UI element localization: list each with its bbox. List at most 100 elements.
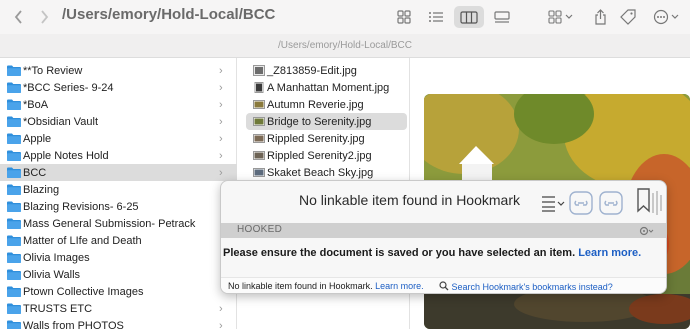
search-link-text: Search Hookmark's bookmarks instead? xyxy=(451,282,613,292)
image-file-icon xyxy=(253,65,265,76)
chevron-left-icon[interactable] xyxy=(10,0,26,34)
file-label: _Z813859-Edit.jpg xyxy=(267,64,357,77)
folder-icon xyxy=(7,150,21,161)
folder-icon xyxy=(7,320,21,329)
footer-learn-more-link[interactable]: Learn more. xyxy=(375,281,424,291)
file-row[interactable]: Autumn Reverie.jpg xyxy=(246,96,407,113)
folder-row[interactable]: *BCC Series- 9-24 › xyxy=(0,79,237,96)
file-label: Rippled Serenity2.jpg xyxy=(267,149,372,162)
folder-icon xyxy=(7,184,21,195)
list-view-icon[interactable] xyxy=(422,6,450,28)
file-row[interactable]: Rippled Serenity2.jpg xyxy=(246,147,407,164)
folder-icon xyxy=(7,82,21,93)
file-row[interactable]: Rippled Serenity.jpg xyxy=(246,130,407,147)
folder-row[interactable]: Mass General Submission- Petrack xyxy=(0,215,237,232)
share-icon[interactable] xyxy=(586,6,614,28)
image-file-icon xyxy=(253,117,265,126)
chevron-right-icon: › xyxy=(219,166,223,179)
chevron-right-icon: › xyxy=(219,302,223,315)
column-view-icon[interactable] xyxy=(454,6,484,28)
more-icon[interactable] xyxy=(650,6,684,28)
file-row[interactable]: A Manhattan Moment.jpg xyxy=(246,79,407,96)
hookmark-popup: No linkable item found in Hookmark HOOKE… xyxy=(220,180,667,294)
file-label: A Manhattan Moment.jpg xyxy=(267,81,390,94)
folder-row[interactable]: Apple › xyxy=(0,130,237,147)
chevron-right-icon: › xyxy=(219,98,223,111)
folder-label: Olivia Images xyxy=(23,251,90,264)
folder-label: **To Review xyxy=(23,64,83,77)
folder-icon xyxy=(7,116,21,127)
folder-row[interactable]: Apple Notes Hold › xyxy=(0,147,237,164)
folder-icon xyxy=(7,269,21,280)
copy-markdown-link-icon[interactable] xyxy=(599,191,623,215)
footer-text: No linkable item found in Hookmark. xyxy=(228,281,373,291)
image-file-icon xyxy=(253,168,265,177)
folder-label: Blazing Revisions- 6-25 xyxy=(23,200,139,213)
gallery-view-icon[interactable] xyxy=(488,6,516,28)
bookmark-icon[interactable] xyxy=(635,187,663,217)
folder-icon xyxy=(7,201,21,212)
folder-row[interactable]: Blazing Revisions- 6-25 xyxy=(0,198,237,215)
hookmark-title: No linkable item found in Hookmark xyxy=(299,192,520,208)
chevron-right-icon: › xyxy=(219,64,223,77)
folder-icon xyxy=(7,167,21,178)
image-file-icon xyxy=(253,151,265,160)
folder-label: Mass General Submission- Petrack xyxy=(23,217,196,230)
icon-view-icon[interactable] xyxy=(390,6,418,28)
hooked-section-bar: HOOKED xyxy=(221,223,666,238)
chevron-right-icon: › xyxy=(219,319,223,329)
folder-label: Apple xyxy=(23,132,52,145)
learn-more-link[interactable]: Learn more. xyxy=(578,247,641,259)
folder-row[interactable]: *BoA › xyxy=(0,96,237,113)
file-label: Skaket Beach Sky.jpg xyxy=(267,166,374,179)
toolbar: /Users/emory/Hold-Local/BCC xyxy=(0,0,690,34)
list-menu-icon[interactable] xyxy=(541,193,567,213)
folder-row[interactable]: *Obsidian Vault › xyxy=(0,113,237,130)
gear-icon[interactable] xyxy=(639,224,655,242)
folder-label: Olivia Walls xyxy=(23,268,81,281)
file-row[interactable]: Skaket Beach Sky.jpg xyxy=(246,164,407,181)
folder-row[interactable]: TRUSTS ETC › xyxy=(0,300,237,317)
chevron-right-icon: › xyxy=(219,115,223,128)
group-icon[interactable] xyxy=(544,6,578,28)
image-file-icon xyxy=(253,100,265,109)
folder-row[interactable]: Blazing xyxy=(0,181,237,198)
finder-window: /Users/emory/Hold-Local/BCC /Users/emory… xyxy=(0,0,690,329)
chevron-right-icon: › xyxy=(219,132,223,145)
search-bookmarks-link[interactable]: Search Hookmark's bookmarks instead? xyxy=(439,281,613,292)
folder-icon xyxy=(7,286,21,297)
folder-icon xyxy=(7,133,21,144)
folder-label: Ptown Collective Images xyxy=(23,285,144,298)
folder-row[interactable]: Matter of LIfe and Death xyxy=(0,232,237,249)
image-file-icon xyxy=(253,134,265,143)
hooked-label: HOOKED xyxy=(237,224,283,235)
folder-row[interactable]: Ptown Collective Images xyxy=(0,283,237,300)
folder-row-selected[interactable]: BCC › xyxy=(0,164,237,181)
search-icon xyxy=(439,281,449,291)
path-bar: /Users/emory/Hold-Local/BCC xyxy=(0,34,690,58)
folder-label: Apple Notes Hold xyxy=(23,149,109,162)
window-title: /Users/emory/Hold-Local/BCC xyxy=(62,6,276,23)
folder-icon xyxy=(7,252,21,263)
chevron-right-icon: › xyxy=(219,149,223,162)
footer-status: No linkable item found in Hookmark. Lear… xyxy=(228,281,424,291)
folder-label: Blazing xyxy=(23,183,60,196)
file-row[interactable]: _Z813859-Edit.jpg xyxy=(246,62,407,79)
folder-row[interactable]: **To Review › xyxy=(0,62,237,79)
folder-label: TRUSTS ETC xyxy=(23,302,93,315)
copy-link-icon[interactable] xyxy=(569,191,593,215)
folder-label: Matter of LIfe and Death xyxy=(23,234,142,247)
folder-row[interactable]: Olivia Walls xyxy=(0,266,237,283)
hookmark-footer: No linkable item found in Hookmark. Lear… xyxy=(221,277,666,293)
file-label: Autumn Reverie.jpg xyxy=(267,98,364,111)
tag-icon[interactable] xyxy=(614,6,642,28)
file-label: Rippled Serenity.jpg xyxy=(267,132,365,145)
folder-label: *Obsidian Vault xyxy=(23,115,99,128)
file-row-selected[interactable]: Bridge to Serenity.jpg xyxy=(246,113,407,130)
folder-label: Walls from PHOTOS xyxy=(23,319,124,329)
chevron-right-icon[interactable] xyxy=(36,0,52,34)
image-file-icon xyxy=(254,82,264,93)
folder-row[interactable]: Olivia Images xyxy=(0,249,237,266)
folder-row[interactable]: Walls from PHOTOS › xyxy=(0,317,237,329)
folder-label: BCC xyxy=(23,166,47,179)
